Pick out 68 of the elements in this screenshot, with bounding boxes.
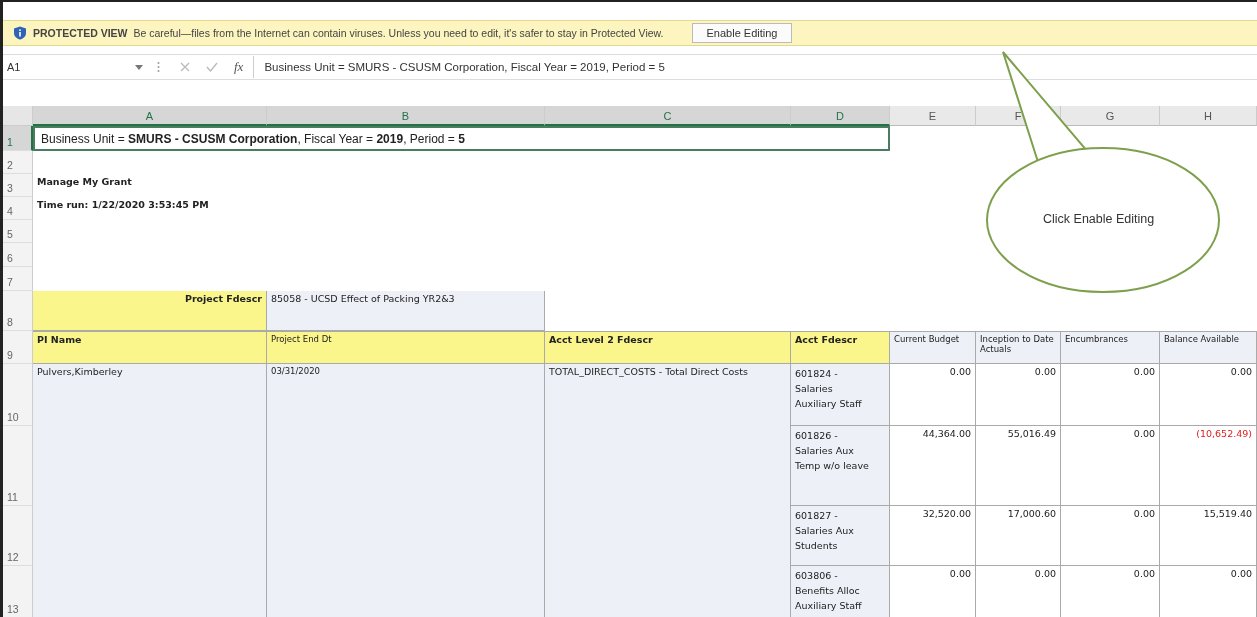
table-cell: 603806 - Benefits Alloc Auxiliary Staff bbox=[791, 566, 890, 617]
row-header[interactable]: 5 bbox=[3, 220, 33, 243]
row-header[interactable]: 11 bbox=[3, 426, 33, 506]
table-header-cell: Project End Dt bbox=[267, 331, 545, 364]
table-cell: Pulvers,Kimberley bbox=[33, 364, 267, 617]
enable-editing-button[interactable]: Enable Editing bbox=[691, 23, 793, 43]
table-header-cell: Balance Available bbox=[1160, 331, 1257, 364]
row-header[interactable]: 3 bbox=[3, 174, 33, 197]
insert-function-button[interactable]: fx bbox=[234, 59, 244, 75]
table-cell: 44,364.00 bbox=[890, 426, 976, 506]
table-cell: 15,519.40 bbox=[1160, 506, 1257, 566]
table-cell: 0.00 bbox=[1061, 506, 1160, 566]
table-header-cell: Encumbrances bbox=[1061, 331, 1160, 364]
row-header[interactable]: 12 bbox=[3, 506, 33, 566]
table-header-cell: Current Budget bbox=[890, 331, 976, 364]
row-header[interactable]: 7 bbox=[3, 267, 33, 291]
protected-view-message: Be careful—files from the Internet can contain viruses. Unless you need to edit, it's safer to stay in Protected View. bbox=[133, 27, 664, 39]
table-cell: 03/31/2020 bbox=[267, 364, 545, 617]
row-header[interactable]: 10 bbox=[3, 364, 33, 426]
table-cell: 0.00 bbox=[1061, 426, 1160, 506]
table-cell: 601826 - Salaries Aux Temp w/o leave bbox=[791, 426, 890, 506]
table-cell: 0.00 bbox=[976, 566, 1061, 617]
table-cell: 17,000.60 bbox=[976, 506, 1061, 566]
table-header-cell: Inception to Date Actuals bbox=[976, 331, 1061, 364]
row-header[interactable]: 4 bbox=[3, 197, 33, 220]
table-cell: 32,520.00 bbox=[890, 506, 976, 566]
row-header[interactable]: 13 bbox=[3, 566, 33, 617]
table-header-cell: Acct Fdescr bbox=[791, 331, 890, 364]
protected-view-label: PROTECTED VIEW bbox=[33, 27, 128, 39]
name-box[interactable]: A1 bbox=[3, 61, 135, 73]
report-header-cell[interactable]: Business Unit = SMURS - CSUSM Corporation, Fiscal Year = 2019, Period = 5 bbox=[33, 126, 890, 151]
cancel-icon[interactable] bbox=[180, 62, 190, 72]
table-cell: 601824 - Salaries Auxiliary Staff bbox=[791, 364, 890, 426]
table-cell: 0.00 bbox=[1160, 566, 1257, 617]
callout-text: Click Enable Editing bbox=[1043, 212, 1155, 226]
column-header[interactable]: D bbox=[791, 106, 890, 126]
column-header[interactable]: B bbox=[267, 106, 545, 126]
shield-icon bbox=[13, 26, 27, 40]
row-header[interactable]: 9 bbox=[3, 331, 33, 364]
table-header-cell: Acct Level 2 Fdescr bbox=[545, 331, 791, 364]
column-header[interactable]: G bbox=[1061, 106, 1160, 126]
table-cell: 601827 - Salaries Aux Students bbox=[791, 506, 890, 566]
report-title: Manage My Grant bbox=[36, 175, 133, 189]
table-cell: 0.00 bbox=[890, 364, 976, 426]
table-cell: 0.00 bbox=[1061, 364, 1160, 426]
table-cell: TOTAL_DIRECT_COSTS - Total Direct Costs bbox=[545, 364, 791, 617]
project-filter-label: Project Fdescr bbox=[33, 291, 267, 331]
project-filter-value: 85058 - UCSD Effect of Packing YR2&3 bbox=[267, 291, 545, 331]
dropdown-caret-icon[interactable] bbox=[135, 64, 143, 70]
row-header[interactable]: 1 bbox=[3, 126, 33, 151]
checkmark-icon[interactable] bbox=[206, 62, 218, 72]
table-cell: (10,652.49) bbox=[1160, 426, 1257, 506]
row-header[interactable]: 2 bbox=[3, 151, 33, 174]
table-cell: 0.00 bbox=[890, 566, 976, 617]
table-header-cell: PI Name bbox=[33, 331, 267, 364]
time-run-text: Time run: 1/22/2020 3:53:45 PM bbox=[36, 198, 210, 212]
column-header[interactable]: C bbox=[545, 106, 791, 126]
row-header[interactable]: 8 bbox=[3, 291, 33, 331]
column-header[interactable]: A bbox=[33, 106, 267, 126]
table-cell: 0.00 bbox=[976, 364, 1061, 426]
column-header[interactable]: H bbox=[1160, 106, 1257, 126]
table-cell: 0.00 bbox=[1061, 566, 1160, 617]
more-options-icon bbox=[157, 61, 160, 73]
table-cell: 0.00 bbox=[1160, 364, 1257, 426]
select-all-corner[interactable] bbox=[3, 106, 33, 126]
row-header[interactable]: 6 bbox=[3, 243, 33, 267]
column-header[interactable]: E bbox=[890, 106, 976, 126]
table-cell: 55,016.49 bbox=[976, 426, 1061, 506]
